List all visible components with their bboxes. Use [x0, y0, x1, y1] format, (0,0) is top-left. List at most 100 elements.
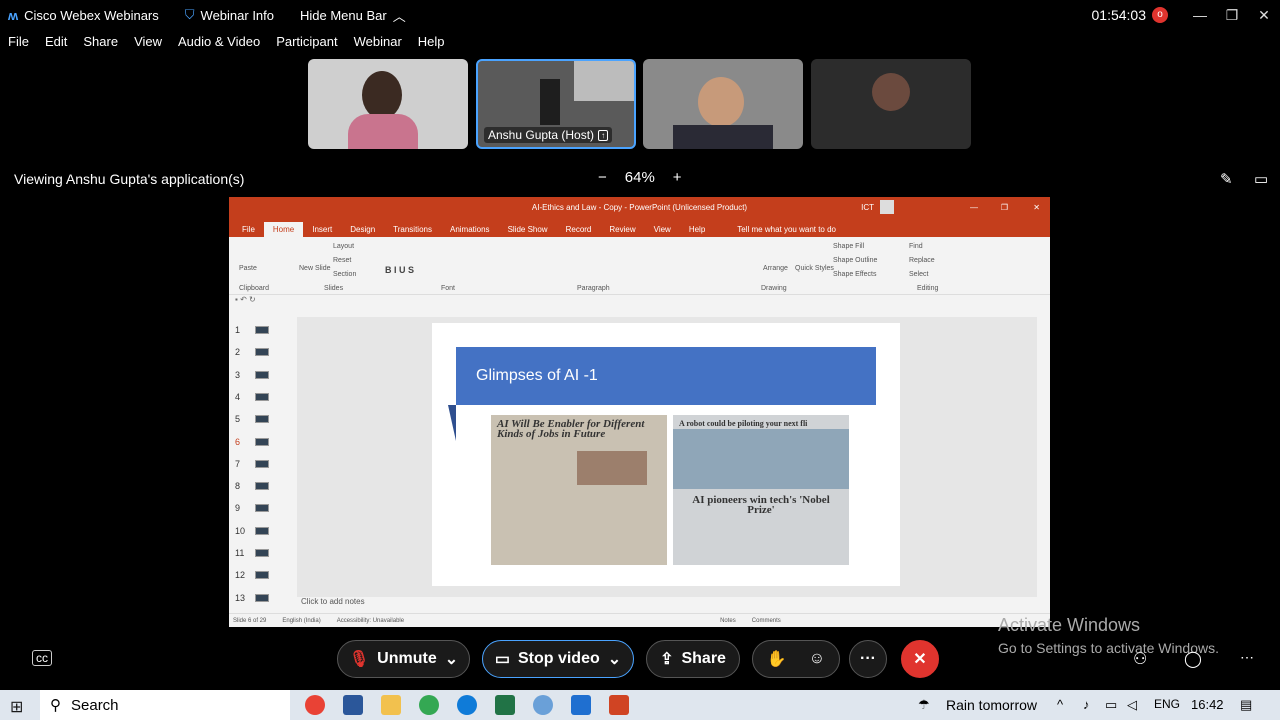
participant-video-tile-host[interactable]: Anshu Gupta (Host) ↑ — [476, 59, 636, 149]
share-button[interactable]: ⇪ Share — [646, 640, 740, 678]
chevron-down-icon[interactable]: ⌄ — [608, 649, 621, 669]
ppt-tab-slideshow[interactable]: Slide Show — [499, 222, 557, 237]
menu-edit[interactable]: Edit — [45, 34, 67, 56]
participant-video-tile[interactable] — [643, 59, 803, 149]
language-indicator[interactable]: ENG — [1154, 697, 1180, 711]
ppt-tab-animations[interactable]: Animations — [441, 222, 499, 237]
notifications-icon[interactable]: ▤ — [1240, 697, 1252, 713]
ppt-tab-record[interactable]: Record — [557, 222, 601, 237]
webinar-info-label: Webinar Info — [200, 7, 274, 23]
battery-icon[interactable]: ▭ — [1105, 697, 1117, 713]
slide-thumbnail[interactable]: 10 — [235, 526, 269, 536]
stop-video-button[interactable]: ▭ Stop video ⌄ — [482, 640, 634, 678]
reactions-icon[interactable]: ☺ — [809, 650, 825, 668]
quick-styles-button[interactable]: Quick Styles — [795, 265, 834, 292]
redo-icon[interactable]: ↻ — [249, 295, 256, 304]
slide-thumbnail[interactable]: 3 — [235, 370, 269, 380]
menu-webinar[interactable]: Webinar — [354, 34, 402, 56]
webex-taskbar-icon[interactable] — [571, 695, 591, 715]
ppt-tell-me[interactable]: Tell me what you want to do — [728, 222, 845, 237]
current-slide[interactable]: Glimpses of AI -1 AI Will Be Enabler for… — [432, 323, 900, 586]
notes-pane[interactable]: Click to add notes — [297, 597, 1037, 609]
powerpoint-icon[interactable] — [609, 695, 629, 715]
ppt-tab-review[interactable]: Review — [600, 222, 644, 237]
restore-icon[interactable]: ❐ — [1216, 7, 1248, 24]
participants-panel-icon[interactable]: ⚇ — [1133, 649, 1147, 669]
zoom-out-button[interactable]: − — [598, 169, 607, 186]
menu-help[interactable]: Help — [418, 34, 445, 56]
ppt-tab-design[interactable]: Design — [341, 222, 384, 237]
ppt-close-icon[interactable]: ✕ — [1033, 203, 1040, 212]
chevron-down-icon[interactable]: ⌄ — [445, 649, 458, 669]
slide-thumbnail[interactable]: 9 — [235, 503, 269, 513]
status-language[interactable]: English (India) — [282, 618, 320, 624]
status-comments-button[interactable]: Comments — [752, 618, 781, 624]
slide-thumbnail[interactable]: 7 — [235, 459, 269, 469]
captions-icon[interactable]: cc — [32, 650, 52, 666]
slide-thumbnail[interactable]: 11 — [235, 548, 269, 558]
annotate-icon[interactable]: ✎ — [1220, 170, 1233, 188]
slide-thumbnail[interactable]: 1 — [235, 325, 269, 335]
chrome-profile-icon[interactable] — [419, 695, 439, 715]
shape-effects-button[interactable]: Shape Effects — [833, 271, 876, 292]
close-icon[interactable]: ✕ — [1248, 7, 1280, 24]
excel-icon[interactable] — [495, 695, 515, 715]
menu-share[interactable]: Share — [83, 34, 118, 56]
group-drawing: Drawing — [761, 285, 787, 292]
status-notes-button[interactable]: Notes — [720, 618, 736, 624]
ppt-tab-view[interactable]: View — [645, 222, 680, 237]
ppt-tab-insert[interactable]: Insert — [303, 222, 341, 237]
remote-control-icon[interactable]: ▭ — [1254, 170, 1268, 188]
font-format-buttons[interactable]: B I U S — [385, 265, 414, 292]
chat-icon[interactable]: ◯ — [1184, 649, 1202, 669]
menu-audio-video[interactable]: Audio & Video — [178, 34, 260, 56]
unmute-button[interactable]: 🎙 Unmute ⌄ — [337, 640, 470, 678]
status-accessibility[interactable]: Accessibility: Unavailable — [337, 618, 404, 624]
app-icon[interactable] — [533, 695, 553, 715]
show-hidden-icons[interactable]: ^ — [1057, 697, 1063, 712]
slide-number: 2 — [235, 347, 241, 358]
edge-icon[interactable] — [457, 695, 477, 715]
webinar-info-button[interactable]: ⛉ Webinar Info — [185, 7, 274, 23]
recording-indicator[interactable]: o — [1152, 7, 1168, 23]
menu-file[interactable]: File — [8, 34, 29, 56]
ppt-tab-help[interactable]: Help — [680, 222, 714, 237]
word-icon[interactable] — [343, 695, 363, 715]
clip2-headline-mid: AI pioneers win tech's 'Nobel Prize' — [692, 494, 830, 516]
windows-start-icon[interactable]: ⊞ — [10, 697, 23, 717]
hide-menu-bar-button[interactable]: Hide Menu Bar ︿ — [300, 6, 406, 25]
raise-hand-icon[interactable]: ✋ — [767, 649, 787, 669]
taskbar-search-box[interactable]: ⚲ Search — [40, 690, 290, 720]
more-options-button[interactable]: ··· — [849, 640, 887, 678]
participant-video-tile[interactable] — [308, 59, 468, 149]
end-meeting-button[interactable]: ✕ — [901, 640, 939, 678]
undo-icon[interactable]: ↶ — [240, 295, 247, 304]
volume-icon[interactable]: ◁ — [1127, 697, 1137, 713]
clock[interactable]: 16:42 — [1191, 697, 1224, 712]
clip1-photo — [577, 451, 647, 485]
menu-participant[interactable]: Participant — [276, 34, 337, 56]
microphone-tray-icon[interactable]: ♪ — [1083, 697, 1090, 712]
ppt-tab-transitions[interactable]: Transitions — [384, 222, 441, 237]
chrome-icon[interactable] — [305, 695, 325, 715]
ppt-minimize-icon[interactable]: — — [970, 203, 978, 212]
slide-thumbnail[interactable]: 4 — [235, 392, 269, 402]
file-explorer-icon[interactable] — [381, 695, 401, 715]
slide-thumbnail[interactable]: 13 — [235, 593, 269, 603]
weather-icon[interactable]: ☂ — [918, 697, 930, 713]
slide-thumbnail[interactable]: 12 — [235, 570, 269, 580]
weather-label[interactable]: Rain tomorrow — [946, 697, 1037, 713]
slide-thumbnail[interactable]: 2 — [235, 347, 269, 357]
zoom-in-button[interactable]: + — [673, 169, 682, 186]
slide-thumbnail[interactable]: 6 — [235, 437, 269, 447]
ppt-tab-home[interactable]: Home — [263, 222, 304, 237]
save-icon[interactable]: ▪ — [235, 295, 238, 304]
menu-view[interactable]: View — [134, 34, 162, 56]
ppt-restore-icon[interactable]: ❐ — [1001, 203, 1008, 212]
participant-audio-tile[interactable] — [811, 59, 971, 149]
slide-thumbnail[interactable]: 5 — [235, 414, 269, 424]
more-panels-icon[interactable]: ⋯ — [1240, 649, 1254, 666]
slide-thumbnail[interactable]: 8 — [235, 481, 269, 491]
minimize-icon[interactable]: — — [1184, 7, 1216, 23]
ppt-tab-file[interactable]: File — [233, 222, 264, 237]
